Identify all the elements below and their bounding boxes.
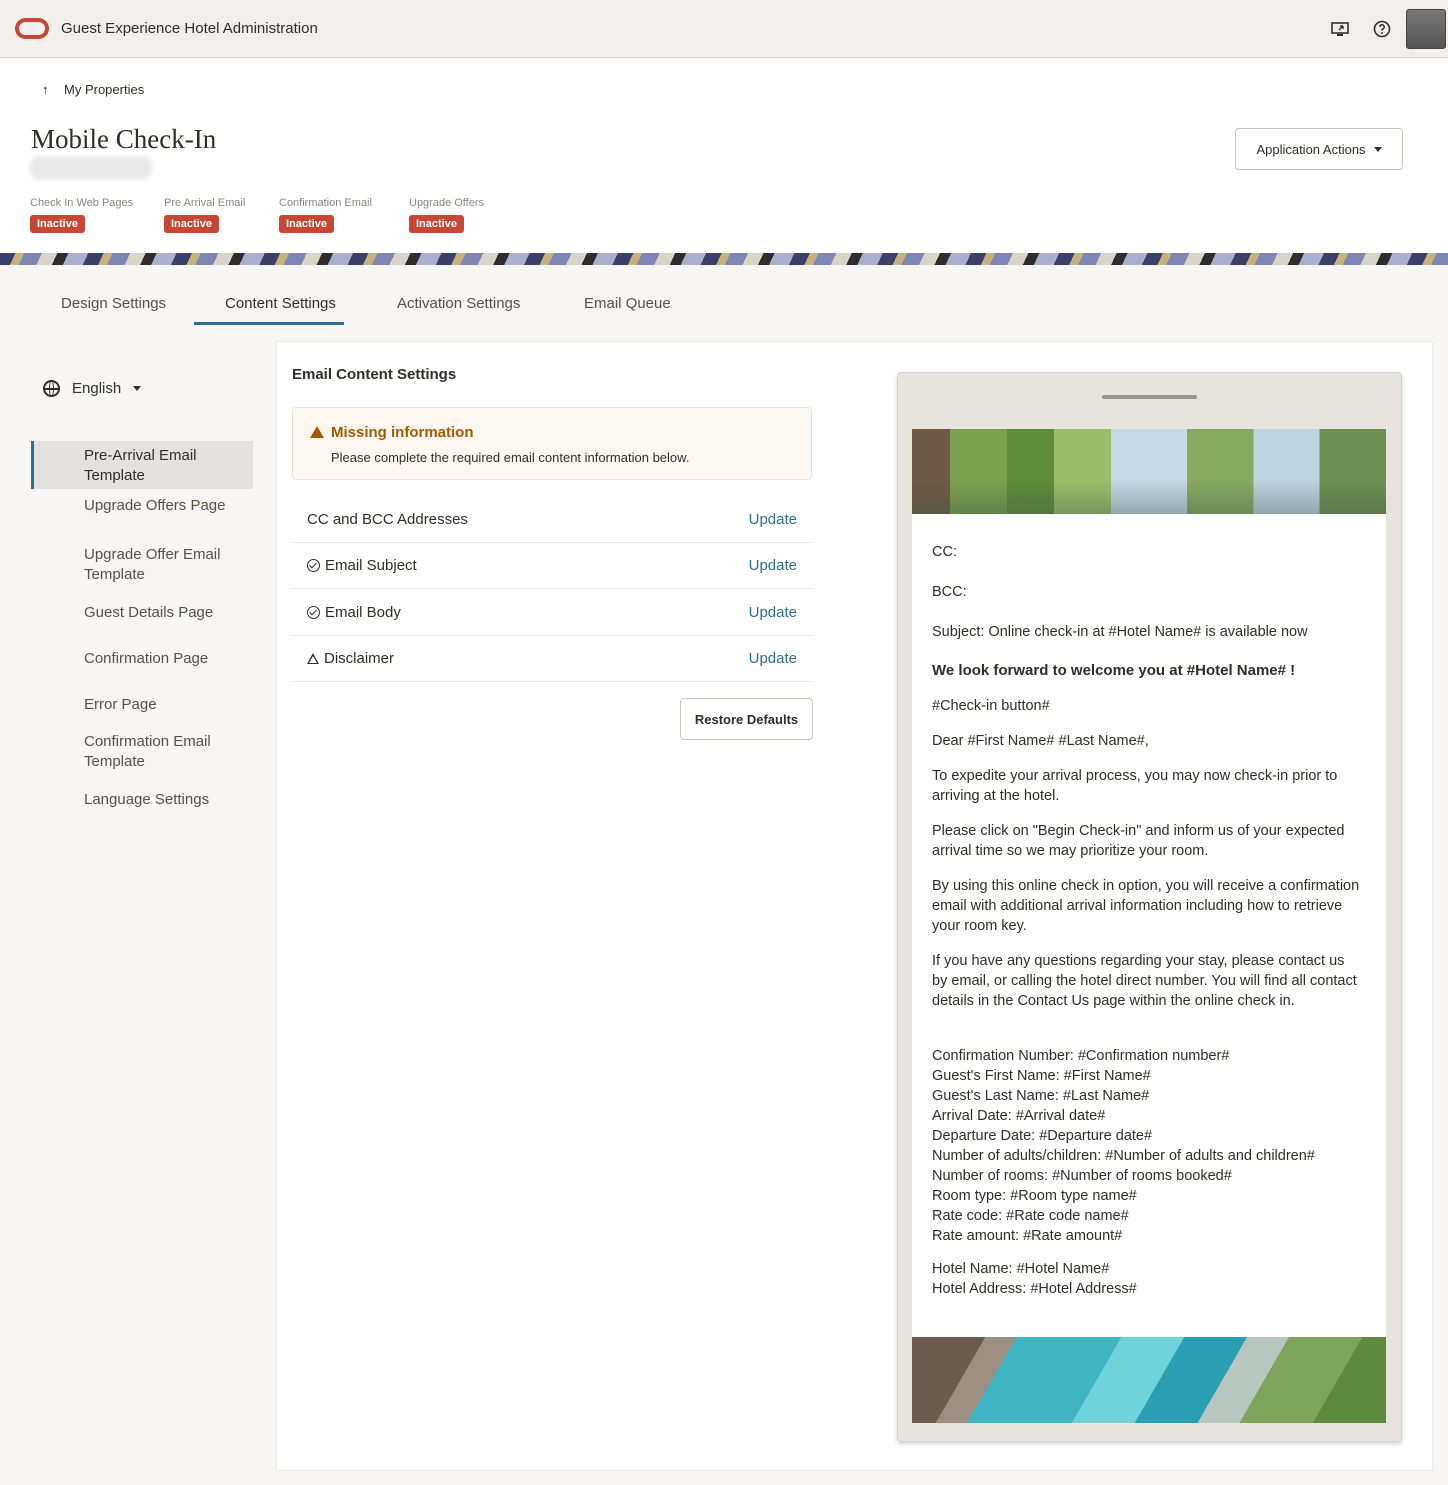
oracle-logo-icon[interactable]	[15, 18, 49, 39]
tab-design-settings[interactable]: Design Settings	[61, 295, 166, 312]
nav-item-error-page[interactable]: Error Page	[84, 695, 244, 715]
row-label: CC and BCC Addresses	[307, 511, 468, 528]
tab-email-queue[interactable]: Email Queue	[584, 295, 671, 312]
language-selector[interactable]: English	[43, 380, 142, 397]
row-label: Email Subject	[325, 557, 417, 574]
phone-speaker	[1102, 395, 1197, 399]
preview-bcc: BCC:	[932, 584, 967, 600]
detail-line: Rate amount: #Rate amount#	[932, 1228, 1123, 1244]
warning-icon	[310, 426, 324, 438]
row-label: Disclaimer	[324, 650, 395, 667]
detail-line: Room type: #Room type name#	[932, 1188, 1137, 1204]
hotel-pool-image	[912, 1337, 1386, 1423]
breadcrumb-label: My Properties	[64, 82, 145, 97]
update-disclaimer-link[interactable]: Update	[749, 650, 797, 667]
preview-hotel-info: Hotel Name: #Hotel Name# Hotel Address: …	[932, 1259, 1362, 1299]
preview-paragraph: If you have any questions regarding your…	[932, 953, 1357, 1009]
nav-item-language-settings[interactable]: Language Settings	[84, 790, 244, 810]
caret-down-icon	[1373, 146, 1382, 152]
tab-content-settings[interactable]: Content Settings	[225, 295, 336, 312]
row-email-subject: Email Subject Update	[292, 543, 812, 589]
app-title: Guest Experience Hotel Administration	[61, 20, 318, 37]
status-confirmation-email: Confirmation Email Inactive	[279, 197, 372, 233]
breadcrumb[interactable]: ↑ My Properties	[42, 82, 144, 97]
row-cc-bcc-addresses: CC and BCC Addresses Update	[292, 497, 812, 543]
check-circle-icon	[307, 559, 320, 572]
nav-item-upgrade-offers-page[interactable]: Upgrade Offers Page	[84, 496, 244, 516]
check-circle-icon	[307, 606, 320, 619]
row-disclaimer: Disclaimer Update	[292, 636, 812, 682]
application-actions-label: Application Actions	[1256, 141, 1366, 157]
detail-line: Guest's First Name: #First Name#	[932, 1068, 1151, 1084]
preview-details: Confirmation Number: #Confirmation numbe…	[932, 1046, 1362, 1246]
warning-icon	[307, 653, 319, 664]
preview-heading: We look forward to welcome you at #Hotel…	[932, 662, 1296, 679]
restore-defaults-button[interactable]: Restore Defaults	[680, 698, 813, 740]
hotel-line: Hotel Address: #Hotel Address#	[932, 1281, 1137, 1297]
caret-down-icon	[133, 386, 142, 391]
language-selected: English	[72, 380, 122, 397]
section-title: Email Content Settings	[292, 366, 457, 383]
preview-checkin-button: #Check-in button#	[932, 698, 1050, 714]
detail-line: Arrival Date: #Arrival date#	[932, 1108, 1106, 1124]
detail-line: Departure Date: #Departure date#	[932, 1128, 1153, 1144]
detail-line: Number of adults/children: #Number of ad…	[932, 1148, 1315, 1164]
status-badge: Inactive	[279, 215, 334, 233]
preview-paragraph: To expedite your arrival process, you ma…	[932, 768, 1338, 804]
screen-share-icon[interactable]	[1331, 20, 1349, 38]
nav-item-guest-details-page[interactable]: Guest Details Page	[84, 603, 244, 623]
decorative-banner	[0, 253, 1448, 265]
nav-item-confirmation-page[interactable]: Confirmation Page	[84, 649, 244, 669]
status-badge: Inactive	[30, 215, 85, 233]
update-cc-bcc-link[interactable]: Update	[749, 511, 797, 528]
preview-subject: Subject: Online check-in at #Hotel Name#…	[932, 624, 1308, 640]
help-icon[interactable]	[1373, 20, 1391, 38]
application-actions-button[interactable]: Application Actions	[1235, 128, 1403, 170]
nav-item-pre-arrival-email-template[interactable]: Pre-Arrival Email Template	[84, 446, 244, 486]
nav-item-confirmation-email-template[interactable]: Confirmation Email Template	[84, 732, 244, 772]
row-label: Email Body	[325, 604, 401, 621]
top-bar: Guest Experience Hotel Administration	[0, 0, 1448, 58]
update-email-body-link[interactable]: Update	[749, 604, 797, 621]
hotel-header-image	[912, 429, 1386, 514]
preview-cc: CC:	[932, 544, 957, 560]
preview-greeting: Dear #First Name# #Last Name#,	[932, 733, 1149, 749]
detail-line: Guest's Last Name: #Last Name#	[932, 1088, 1150, 1104]
tab-activation-settings[interactable]: Activation Settings	[397, 295, 520, 312]
nav-item-upgrade-offer-email-template[interactable]: Upgrade Offer Email Template	[84, 545, 244, 585]
missing-info-alert	[292, 407, 812, 480]
row-email-body: Email Body Update	[292, 590, 812, 636]
globe-icon	[43, 380, 60, 397]
status-badge: Inactive	[409, 215, 464, 233]
preview-paragraph: By using this online check in option, yo…	[932, 878, 1360, 934]
page-title: Mobile Check-In	[31, 124, 217, 154]
preview-paragraph: Please click on "Begin Check-in" and inf…	[932, 823, 1345, 859]
arrow-up-icon: ↑	[42, 82, 49, 97]
property-name-redacted	[30, 156, 152, 180]
update-email-subject-link[interactable]: Update	[749, 557, 797, 574]
hotel-line: Hotel Name: #Hotel Name#	[932, 1261, 1110, 1277]
alert-text: Please complete the required email conte…	[331, 450, 690, 465]
status-badge: Inactive	[164, 215, 219, 233]
detail-line: Number of rooms: #Number of rooms booked…	[932, 1168, 1232, 1184]
alert-title: Missing information	[331, 424, 474, 441]
detail-line: Rate code: #Rate code name#	[932, 1208, 1129, 1224]
status-upgrade-offers: Upgrade Offers Inactive	[409, 197, 484, 233]
status-pre-arrival-email: Pre Arrival Email Inactive	[164, 197, 245, 233]
status-check-in-web-pages: Check In Web Pages Inactive	[30, 197, 133, 233]
detail-line: Confirmation Number: #Confirmation numbe…	[932, 1048, 1230, 1064]
active-tab-indicator	[194, 322, 344, 325]
user-avatar[interactable]	[1406, 9, 1446, 49]
